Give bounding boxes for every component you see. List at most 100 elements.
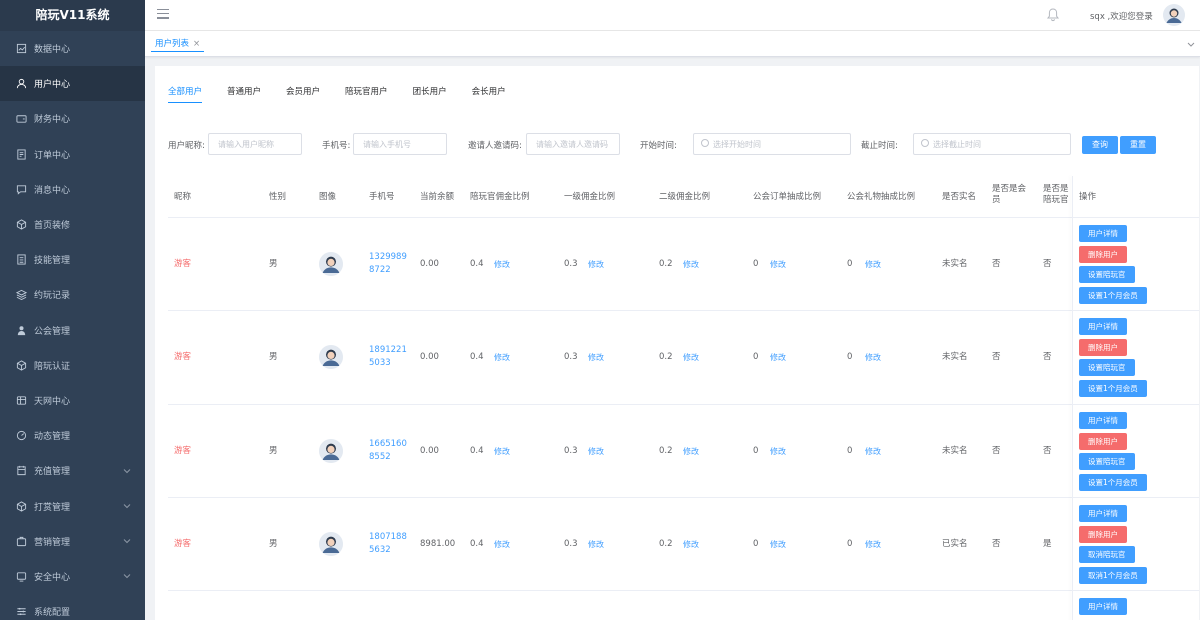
phone-link[interactable]: 13299898722 (369, 251, 411, 277)
edit-link[interactable]: 修改 (865, 446, 881, 457)
clock-icon (701, 139, 709, 147)
hamburger-icon[interactable] (157, 9, 169, 21)
security-icon (15, 570, 27, 582)
edit-link[interactable]: 修改 (683, 352, 699, 363)
user-detail-button[interactable]: 用户详情 (1079, 598, 1127, 615)
sidebar-item-0[interactable]: 数据中心 (0, 31, 145, 66)
phone-input[interactable] (353, 133, 447, 155)
sidebar-item-13[interactable]: 打赏管理 (0, 488, 145, 523)
sidebar-item-10[interactable]: 天网中心 (0, 383, 145, 418)
user-detail-button[interactable]: 用户详情 (1079, 225, 1127, 242)
sidebar-item-12[interactable]: 充值管理 (0, 453, 145, 488)
edit-link[interactable]: 修改 (770, 352, 786, 363)
reset-button[interactable]: 重置 (1120, 136, 1156, 154)
sidebar-item-16[interactable]: 系统配置 (0, 594, 145, 620)
tab-member-users[interactable]: 会员用户 (286, 85, 320, 103)
list-icon (15, 254, 27, 266)
tab-normal-users[interactable]: 普通用户 (227, 85, 261, 103)
verified-cell: 未实名 (942, 446, 968, 456)
delete-user-button[interactable]: 删除用户 (1079, 433, 1127, 450)
user-avatar[interactable] (1163, 4, 1185, 26)
edit-link[interactable]: 修改 (494, 446, 510, 457)
set-companion-button[interactable]: 设置陪玩官 (1079, 359, 1135, 376)
sidebar-item-15[interactable]: 安全中心 (0, 559, 145, 594)
user-detail-button[interactable]: 用户详情 (1079, 505, 1127, 522)
tab-companion-users[interactable]: 陪玩官用户 (345, 85, 388, 103)
delete-user-button[interactable]: 删除用户 (1079, 339, 1127, 356)
edit-link[interactable]: 修改 (865, 352, 881, 363)
sidebar-item-3[interactable]: 订单中心 (0, 137, 145, 172)
nickname-input[interactable] (208, 133, 302, 155)
col-level2-rate: 二级佣金比例 (659, 192, 711, 202)
edit-link[interactable]: 修改 (770, 259, 786, 270)
set-membership-button[interactable]: 取消1个月会员 (1079, 567, 1147, 584)
edit-link[interactable]: 修改 (494, 539, 510, 550)
sidebar-item-4[interactable]: 消息中心 (0, 172, 145, 207)
phone-link[interactable]: 16651608552 (369, 438, 411, 464)
sidebar-item-9[interactable]: 陪玩认证 (0, 348, 145, 383)
set-companion-button[interactable]: 取消陪玩官 (1079, 546, 1135, 563)
phone-link[interactable]: 18071885632 (369, 531, 411, 557)
tab-all-users[interactable]: 全部用户 (168, 85, 203, 103)
sidebar-item-1[interactable]: 用户中心 (0, 66, 145, 102)
edit-link[interactable]: 修改 (494, 352, 510, 363)
tab-guild-president-users[interactable]: 会长用户 (472, 85, 506, 103)
sidebar-item-6[interactable]: 技能管理 (0, 242, 145, 277)
order-icon (15, 148, 27, 160)
set-membership-button[interactable]: 设置1个月会员 (1079, 287, 1147, 304)
sidebar-item-7[interactable]: 约玩记录 (0, 277, 145, 312)
sidebar-item-14[interactable]: 营销管理 (0, 524, 145, 559)
divider (168, 590, 1199, 591)
user-detail-button[interactable]: 用户详情 (1079, 318, 1127, 335)
edit-link[interactable]: 修改 (683, 539, 699, 550)
set-membership-button[interactable]: 设置1个月会员 (1079, 474, 1147, 491)
delete-user-button[interactable]: 删除用户 (1079, 246, 1127, 263)
set-companion-button[interactable]: 设置陪玩官 (1079, 266, 1135, 283)
sidebar-item-2[interactable]: 财务中心 (0, 101, 145, 136)
edit-link[interactable]: 修改 (588, 259, 604, 270)
search-button[interactable]: 查询 (1082, 136, 1118, 154)
tab-team-leader-users[interactable]: 团长用户 (413, 85, 447, 103)
nickname-cell: 游客 (174, 539, 192, 549)
end-time-picker[interactable] (913, 133, 1071, 155)
sidebar-item-label: 天网中心 (34, 396, 71, 407)
level1-rate-cell: 0.3 (564, 259, 578, 269)
col-actions: 操作 (1079, 192, 1097, 202)
edit-link[interactable]: 修改 (770, 539, 786, 550)
edit-link[interactable]: 修改 (588, 539, 604, 550)
set-companion-button[interactable]: 设置陪玩官 (1079, 453, 1135, 470)
invite-code-input[interactable] (526, 133, 620, 155)
sidebar-item-5[interactable]: 首页装修 (0, 207, 145, 242)
edit-link[interactable]: 修改 (683, 259, 699, 270)
tab-user-list[interactable]: 用户列表 × (151, 36, 205, 52)
sidebar-item-11[interactable]: 动态管理 (0, 418, 145, 453)
col-companion: 是否是陪玩官 (1043, 184, 1069, 205)
edit-link[interactable]: 修改 (865, 259, 881, 270)
edit-link[interactable]: 修改 (588, 352, 604, 363)
edit-link[interactable]: 修改 (865, 539, 881, 550)
sidebar-item-8[interactable]: 公会管理 (0, 313, 145, 348)
member-cell: 否 (992, 259, 1001, 269)
cube-icon (15, 500, 27, 512)
edit-link[interactable]: 修改 (588, 446, 604, 457)
chevron-down-icon[interactable] (1184, 36, 1198, 52)
companion-rate-cell: 0.4 (470, 539, 484, 549)
divider (168, 404, 1199, 405)
edit-link[interactable]: 修改 (494, 259, 510, 270)
set-membership-button[interactable]: 设置1个月会员 (1079, 380, 1147, 397)
bell-icon[interactable] (1045, 7, 1061, 23)
edit-link[interactable]: 修改 (683, 446, 699, 457)
start-time-picker[interactable] (693, 133, 851, 155)
user-detail-button[interactable]: 用户详情 (1079, 412, 1127, 429)
phone-link[interactable]: 18912215033 (369, 344, 411, 370)
verified-cell: 已实名 (942, 539, 968, 549)
delete-user-button[interactable]: 删除用户 (1079, 526, 1127, 543)
sidebar-menu: 数据中心 用户中心 财务中心 订单中心 消息中心 首页装修 技能管理 约玩记录 公会管理 陪玩认证… (0, 31, 145, 620)
col-member: 是否是会员 (992, 184, 1027, 205)
sidebar-item-label: 打赏管理 (34, 502, 71, 513)
marketing-icon (15, 535, 27, 547)
edit-link[interactable]: 修改 (770, 446, 786, 457)
companion-cell: 否 (1043, 352, 1052, 362)
col-guild-order-rate: 公会订单抽成比例 (753, 192, 822, 202)
close-icon[interactable]: × (193, 39, 200, 49)
